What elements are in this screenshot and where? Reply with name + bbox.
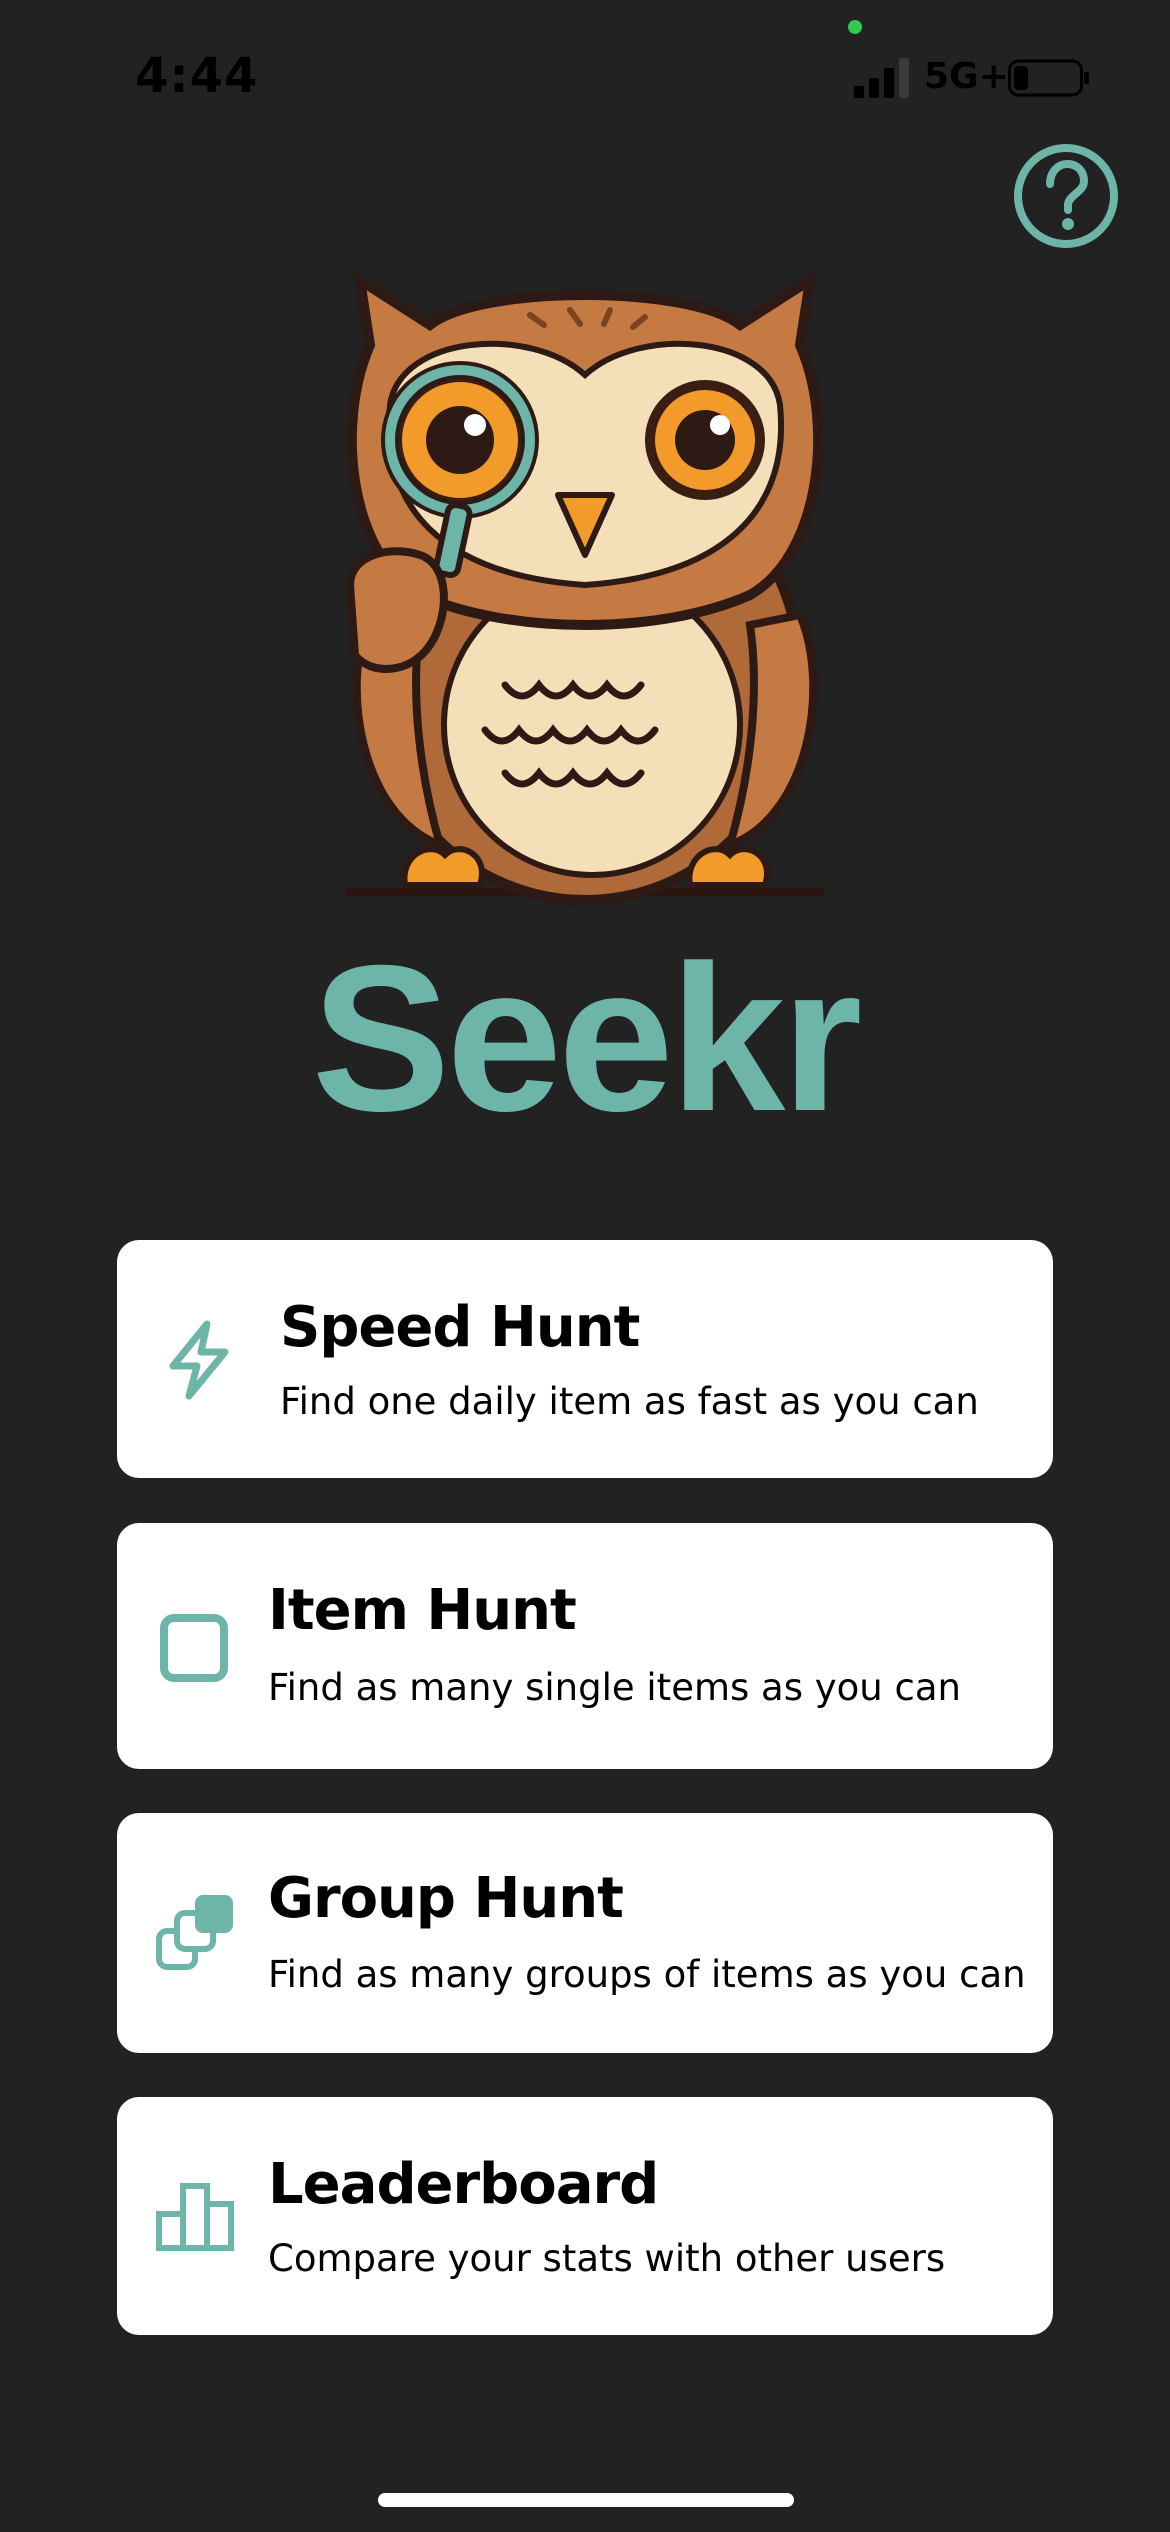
status-bar: 4:44 5G+ <box>0 0 1170 140</box>
stacked-squares-icon <box>156 1895 233 1970</box>
item-hunt-description: Find as many single items as you can <box>268 1666 961 1709</box>
group-hunt-button[interactable]: Group Hunt Find as many groups of items … <box>117 1813 1053 2053</box>
status-time: 4:44 <box>135 48 259 104</box>
network-type: 5G+ <box>924 56 1009 97</box>
square-icon <box>160 1614 228 1682</box>
item-hunt-title: Item Hunt <box>268 1578 577 1643</box>
camera-privacy-dot <box>848 20 862 34</box>
leaderboard-title: Leaderboard <box>268 2152 659 2217</box>
help-button[interactable] <box>1012 142 1120 250</box>
lightning-icon <box>169 1320 229 1400</box>
cellular-signal-icon <box>854 58 909 98</box>
bar-chart-icon <box>156 2183 234 2251</box>
item-hunt-button[interactable]: Item Hunt Find as many single items as y… <box>117 1523 1053 1769</box>
speed-hunt-description: Find one daily item as fast as you can <box>280 1380 979 1423</box>
app-title: Seekr <box>311 923 863 1155</box>
battery-icon <box>1008 59 1089 97</box>
speed-hunt-button[interactable]: Speed Hunt Find one daily item as fast a… <box>117 1240 1053 1478</box>
speed-hunt-title: Speed Hunt <box>280 1295 640 1360</box>
group-hunt-title: Group Hunt <box>268 1866 624 1931</box>
home-indicator[interactable] <box>378 2493 794 2507</box>
leaderboard-button[interactable]: Leaderboard Compare your stats with othe… <box>117 2097 1053 2335</box>
group-hunt-description: Find as many groups of items as you can <box>268 1953 1026 1996</box>
owl-logo-image <box>345 269 825 905</box>
leaderboard-description: Compare your stats with other users <box>268 2237 946 2280</box>
